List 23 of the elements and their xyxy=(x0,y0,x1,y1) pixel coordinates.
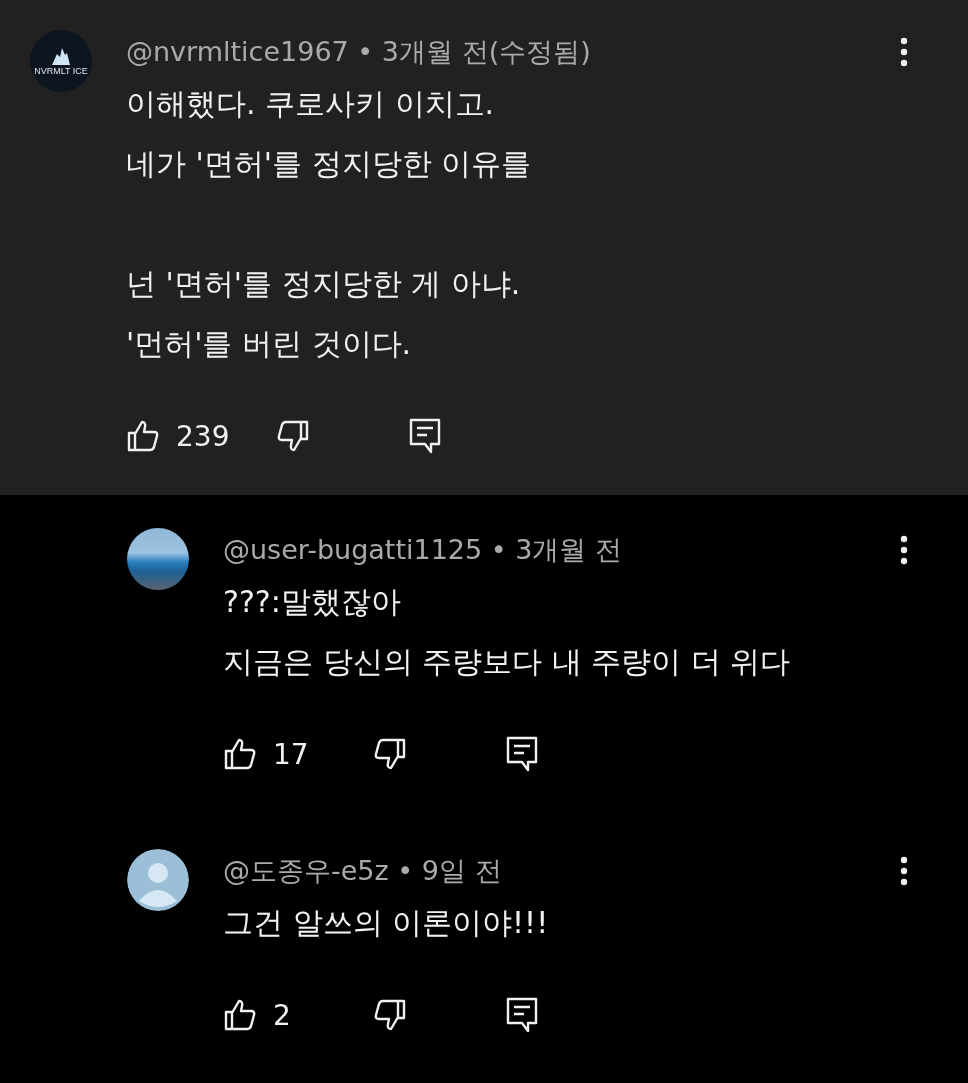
comment-text: 넌 '면허'를 정지당한 게 아냐. xyxy=(126,265,522,303)
comment-text: 네가 '면허'를 정지당한 이유를 xyxy=(126,145,533,183)
comment-text: 지금은 당신의 주량보다 내 주량이 더 위다 xyxy=(223,643,792,681)
default-avatar-icon[interactable] xyxy=(127,849,189,911)
comment-author-time: @user-bugatti1125 • 3개월 전 xyxy=(223,533,624,567)
like-count: 17 xyxy=(273,737,309,771)
comment-text: '먼허'를 버린 것이다. xyxy=(126,325,413,363)
like-count: 239 xyxy=(176,419,230,453)
more-options-icon[interactable] xyxy=(900,856,908,886)
comment-text: 이해했다. 쿠로사키 이치고. xyxy=(126,85,496,123)
channel-avatar[interactable]: NVRMLT ICE xyxy=(30,30,92,92)
comment-author-time: @도종우-e5z • 9일 전 xyxy=(223,854,503,888)
avatar-text: NVRMLT ICE xyxy=(34,66,88,76)
comment-text: ???:말했잖아 xyxy=(223,583,402,621)
more-options-icon[interactable] xyxy=(900,37,908,67)
comment-author-time: @nvrmltice1967 • 3개월 전(수정됨) xyxy=(126,35,592,69)
comment-text: 그건 알쓰의 이론이야!!! xyxy=(223,904,550,942)
like-count: 2 xyxy=(273,998,291,1032)
iceberg-icon xyxy=(50,46,72,66)
reply-comment-icon[interactable] xyxy=(408,417,442,455)
reply-comment-icon[interactable] xyxy=(505,735,539,773)
more-options-icon[interactable] xyxy=(900,535,908,565)
reply-comment-icon[interactable] xyxy=(505,996,539,1034)
